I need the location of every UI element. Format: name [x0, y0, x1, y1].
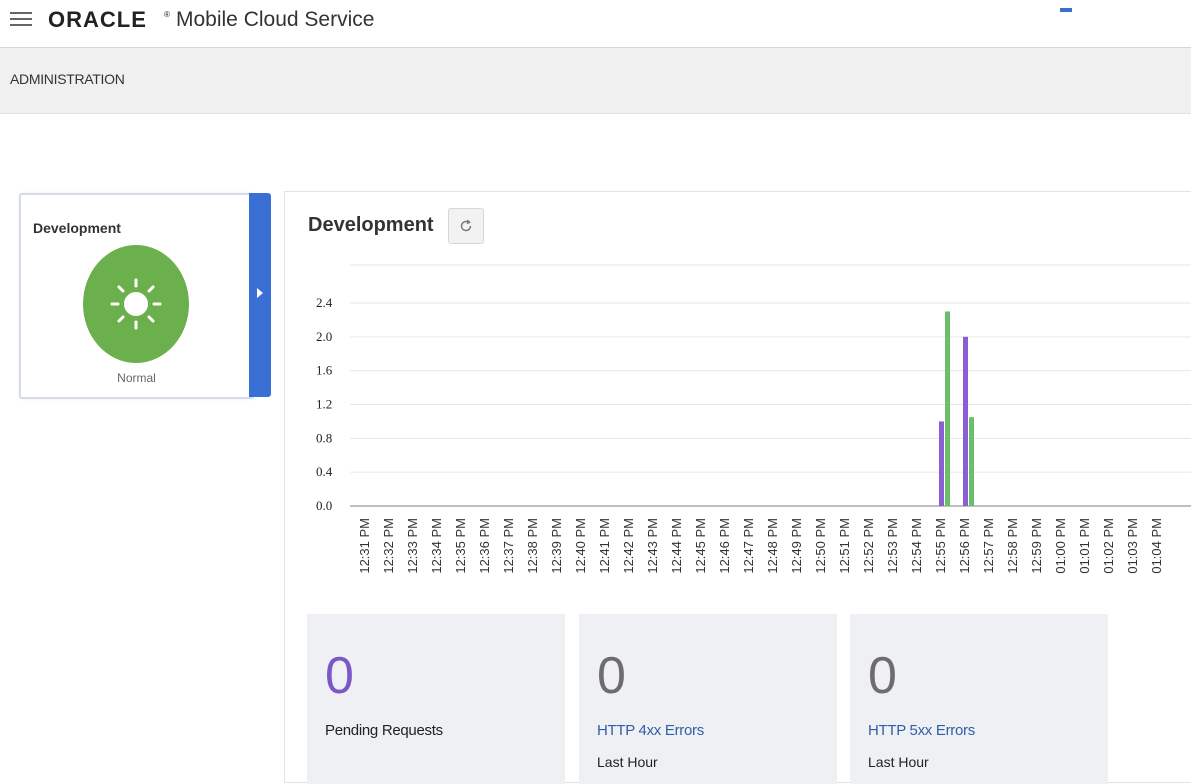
registered-mark: ®	[164, 10, 170, 19]
panel-title: Development	[308, 214, 434, 236]
x-tick-label: 12:34 PM	[429, 518, 444, 574]
y-tick-label: 2.4	[316, 295, 333, 310]
refresh-icon	[460, 219, 472, 232]
http-4xx-errors-link[interactable]: HTTP 4xx Errors	[597, 722, 704, 739]
hamburger-menu-icon[interactable]	[10, 12, 32, 26]
x-tick-label: 12:46 PM	[717, 518, 732, 574]
x-tick-label: 12:38 PM	[525, 518, 540, 574]
x-tick-label: 12:42 PM	[621, 518, 636, 574]
x-tick-label: 12:49 PM	[789, 518, 804, 574]
x-tick-label: 01:01 PM	[1077, 518, 1092, 574]
environment-card-title: Development	[33, 220, 121, 236]
oracle-logo: ORACLE	[48, 7, 147, 32]
metric-sublabel: Last Hour	[597, 754, 658, 770]
metric-label: Pending Requests	[325, 722, 443, 739]
metric-value: 0	[325, 647, 354, 705]
x-tick-label: 01:04 PM	[1149, 518, 1164, 574]
x-tick-label: 12:50 PM	[813, 518, 828, 574]
bar	[963, 336, 968, 506]
metric-sublabel: Last Hour	[868, 754, 929, 770]
y-tick-label: 1.6	[316, 363, 333, 378]
x-tick-label: 12:32 PM	[381, 518, 396, 574]
x-tick-label: 12:33 PM	[405, 518, 420, 574]
x-tick-label: 01:02 PM	[1101, 518, 1116, 574]
refresh-button[interactable]	[448, 208, 484, 244]
bar	[945, 311, 950, 506]
status-indicator	[83, 245, 189, 363]
metric-card-pending-requests: 0 Pending Requests	[307, 614, 565, 784]
x-tick-label: 12:48 PM	[765, 518, 780, 574]
x-tick-label: 12:51 PM	[837, 518, 852, 574]
x-tick-label: 12:55 PM	[933, 518, 948, 574]
x-tick-label: 12:41 PM	[597, 518, 612, 574]
request-chart: 0.0 0.4 0.8 1.2 1.6 2.0 2.4 12:31 PM 12:32 PM 12:…	[316, 264, 1191, 574]
x-tick-label: 01:03 PM	[1125, 518, 1140, 574]
x-tick-label: 12:59 PM	[1029, 518, 1044, 574]
top-bar: ORACLE ® Mobile Cloud Service	[0, 0, 1191, 48]
x-tick-label: 12:37 PM	[501, 518, 516, 574]
x-tick-label: 12:35 PM	[453, 518, 468, 574]
section-title: ADMINISTRATION	[10, 71, 125, 87]
header-indicator	[1060, 8, 1072, 12]
x-tick-label: 12:40 PM	[573, 518, 588, 574]
x-tick-label: 12:39 PM	[549, 518, 564, 574]
sun-icon	[110, 278, 162, 330]
x-tick-label: 12:44 PM	[669, 518, 684, 574]
x-tick-label: 12:54 PM	[909, 518, 924, 574]
metric-value: 0	[868, 647, 897, 705]
x-tick-label: 12:52 PM	[861, 518, 876, 574]
x-tick-label: 12:57 PM	[981, 518, 996, 574]
y-tick-label: 0.8	[316, 430, 332, 445]
y-tick-label: 1.2	[316, 397, 332, 412]
product-name: Mobile Cloud Service	[176, 8, 375, 31]
bar	[939, 421, 944, 506]
bar	[969, 417, 974, 506]
status-label: Normal	[117, 371, 156, 385]
metric-card-http-5xx: 0 HTTP 5xx Errors Last Hour	[850, 614, 1108, 784]
x-tick-label: 12:56 PM	[957, 518, 972, 574]
x-tick-label: 12:45 PM	[693, 518, 708, 574]
x-tick-label: 12:36 PM	[477, 518, 492, 574]
x-tick-label: 12:53 PM	[885, 518, 900, 574]
x-tick-label: 12:47 PM	[741, 518, 756, 574]
http-5xx-errors-link[interactable]: HTTP 5xx Errors	[868, 722, 975, 739]
sub-header: ADMINISTRATION	[0, 48, 1191, 114]
y-tick-label: 0.4	[316, 464, 333, 479]
x-tick-label: 12:43 PM	[645, 518, 660, 574]
metric-card-http-4xx: 0 HTTP 4xx Errors Last Hour	[579, 614, 837, 784]
environment-card[interactable]: Development Normal	[19, 193, 254, 399]
x-tick-label: 01:00 PM	[1053, 518, 1068, 574]
metric-value: 0	[597, 647, 626, 705]
chevron-right-icon	[257, 288, 263, 298]
expand-environment-button[interactable]	[249, 193, 271, 397]
y-tick-label: 0.0	[316, 498, 332, 513]
y-tick-label: 2.0	[316, 329, 332, 344]
x-tick-label: 12:58 PM	[1005, 518, 1020, 574]
x-tick-label: 12:31 PM	[357, 518, 372, 574]
